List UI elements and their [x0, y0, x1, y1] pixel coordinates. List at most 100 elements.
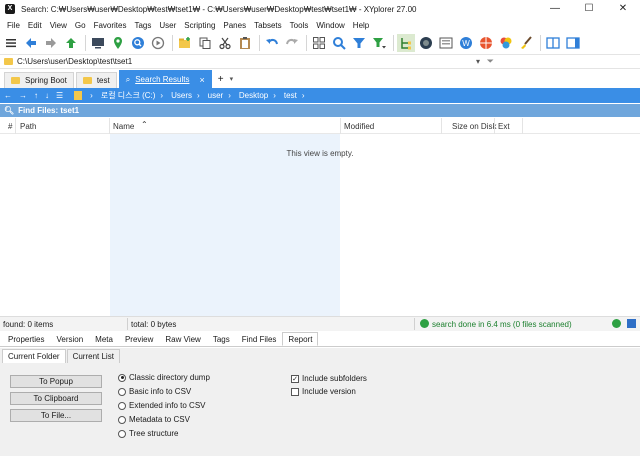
column-divider[interactable] — [494, 118, 495, 134]
tab-tags[interactable]: Tags — [207, 332, 236, 346]
to-file-button[interactable]: To File... — [10, 409, 102, 422]
filter-icon[interactable] — [350, 34, 368, 52]
column-path[interactable]: Path — [20, 122, 36, 131]
menu-user[interactable]: User — [155, 21, 180, 30]
tab-version[interactable]: Version — [50, 332, 89, 346]
column-name[interactable]: Name — [113, 122, 134, 131]
location-pin-icon[interactable] — [109, 34, 127, 52]
to-popup-button[interactable]: To Popup — [10, 375, 102, 388]
back-icon[interactable] — [22, 34, 40, 52]
tab-report[interactable]: Report — [282, 332, 319, 346]
column-ext[interactable]: Ext — [498, 122, 510, 131]
column-divider[interactable] — [441, 118, 442, 134]
tab-find-files[interactable]: Find Files — [236, 332, 283, 346]
address-path[interactable]: C:\Users\user\Desktop\test\tset1 — [17, 57, 132, 66]
tab-test[interactable]: test — [75, 72, 117, 88]
globe-icon[interactable] — [477, 34, 495, 52]
menu-help[interactable]: Help — [349, 21, 373, 30]
new-folder-icon[interactable] — [176, 34, 194, 52]
sidebar-icon[interactable] — [564, 34, 582, 52]
catalog-icon[interactable] — [417, 34, 435, 52]
tab-search-results[interactable]: ⌕ Search Results × — [118, 70, 212, 88]
menu-scripting[interactable]: Scripting — [180, 21, 219, 30]
undo-icon[interactable] — [263, 34, 281, 52]
menu-icon[interactable] — [2, 34, 20, 52]
redo-icon[interactable] — [283, 34, 301, 52]
tab-list-dropdown-icon[interactable]: ▾ — [230, 72, 234, 88]
checkbox-include-subfolders[interactable]: ✓ Include subfolders — [291, 374, 367, 383]
breadcrumb-item[interactable]: 로컬 디스크 (C:) — [101, 90, 156, 101]
tree-icon[interactable] — [397, 34, 415, 52]
menu-tools[interactable]: Tools — [286, 21, 313, 30]
breadcrumb-item[interactable]: Users — [171, 91, 192, 100]
computer-icon[interactable] — [89, 34, 107, 52]
copy-icon[interactable] — [196, 34, 214, 52]
radio-basic-info-csv[interactable]: Basic info to CSV — [118, 387, 191, 396]
paste-icon[interactable] — [236, 34, 254, 52]
menu-go[interactable]: Go — [71, 21, 90, 30]
filter-dropdown-icon[interactable] — [370, 34, 388, 52]
zoom-icon[interactable] — [330, 34, 348, 52]
checkbox-include-version[interactable]: Include version — [291, 387, 356, 396]
minimize-button[interactable]: — — [538, 0, 572, 18]
grid-icon[interactable] — [310, 34, 328, 52]
list-icon[interactable]: ☰ — [56, 91, 63, 100]
column-divider[interactable] — [340, 118, 341, 134]
tab-properties[interactable]: Properties — [2, 332, 50, 346]
down-arrow-icon[interactable]: ↓ — [45, 91, 49, 100]
status-bar: found: 0 items total: 0 bytes search don… — [0, 316, 640, 331]
find-icon[interactable] — [129, 34, 147, 52]
menu-panes[interactable]: Panes — [219, 21, 250, 30]
panel-toggle-icon[interactable] — [627, 319, 636, 328]
file-list[interactable]: This view is empty. — [0, 134, 640, 316]
color-icon[interactable] — [497, 34, 515, 52]
to-clipboard-button[interactable]: To Clipboard — [10, 392, 102, 405]
new-tab-button[interactable]: + — [218, 72, 224, 88]
radio-metadata-csv[interactable]: Metadata to CSV — [118, 415, 190, 424]
column-header: # Path Name ⌃ Modified Size on Disk Ext — [0, 118, 640, 134]
menu-view[interactable]: View — [46, 21, 71, 30]
brush-icon[interactable] — [517, 34, 535, 52]
menu-favorites[interactable]: Favorites — [90, 21, 131, 30]
panel-icon[interactable] — [437, 34, 455, 52]
dual-pane-icon[interactable] — [544, 34, 562, 52]
tab-meta[interactable]: Meta — [89, 332, 119, 346]
address-bar[interactable]: C:\Users\user\Desktop\test\tset1 ▾ ⏷ — [0, 54, 640, 69]
close-tab-icon[interactable]: × — [199, 75, 204, 85]
breadcrumb-item[interactable]: user — [208, 91, 224, 100]
tab-current-folder[interactable]: Current Folder — [2, 349, 66, 363]
tab-current-list[interactable]: Current List — [66, 349, 120, 363]
column-size-on-disk[interactable]: Size on Disk — [452, 122, 496, 131]
menu-edit[interactable]: Edit — [24, 21, 46, 30]
column-divider[interactable] — [15, 118, 16, 134]
menu-tabsets[interactable]: Tabsets — [250, 21, 286, 30]
radio-extended-info-csv[interactable]: Extended info to CSV — [118, 401, 206, 410]
check-icon[interactable] — [612, 319, 621, 328]
menu-window[interactable]: Window — [312, 21, 348, 30]
web-icon[interactable]: W — [457, 34, 475, 52]
play-icon[interactable] — [149, 34, 167, 52]
breadcrumb-item[interactable]: Desktop — [239, 91, 268, 100]
forward-arrow-icon[interactable]: → — [19, 91, 27, 100]
up-arrow-icon[interactable]: ↑ — [34, 91, 38, 100]
close-button[interactable]: ✕ — [606, 0, 640, 18]
breadcrumb-item[interactable]: test — [284, 91, 297, 100]
menu-tags[interactable]: Tags — [130, 21, 155, 30]
column-divider[interactable] — [522, 118, 523, 134]
column-divider[interactable] — [109, 118, 110, 134]
column-number[interactable]: # — [8, 122, 12, 131]
maximize-button[interactable]: ☐ — [572, 0, 606, 18]
radio-classic-directory-dump[interactable]: Classic directory dump — [118, 373, 210, 382]
up-icon[interactable] — [62, 34, 80, 52]
funnel-icon[interactable]: ⏷ — [487, 56, 494, 67]
cut-icon[interactable] — [216, 34, 234, 52]
forward-icon[interactable] — [42, 34, 60, 52]
address-dropdown-icon[interactable]: ▾ — [476, 57, 480, 66]
radio-tree-structure[interactable]: Tree structure — [118, 429, 179, 438]
tab-preview[interactable]: Preview — [119, 332, 159, 346]
menu-file[interactable]: File — [3, 21, 24, 30]
tab-raw-view[interactable]: Raw View — [159, 332, 206, 346]
back-arrow-icon[interactable]: ← — [4, 91, 12, 100]
tab-spring-boot[interactable]: Spring Boot — [4, 72, 74, 88]
column-modified[interactable]: Modified — [344, 122, 374, 131]
